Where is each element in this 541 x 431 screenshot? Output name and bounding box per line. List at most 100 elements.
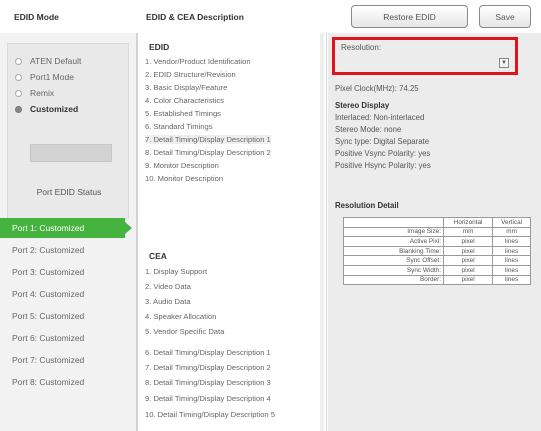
cea-list-item[interactable]: 9. Detail Timing/Display Description 4 xyxy=(145,394,271,403)
table-cell: lines xyxy=(492,274,531,286)
table-cell: Border: xyxy=(343,274,444,286)
edid-cea-description-title: EDID & CEA Description xyxy=(146,12,244,22)
cea-list-item[interactable]: 5. Vendor Specific Data xyxy=(145,327,224,336)
table-cell: Sync Width: xyxy=(343,264,444,276)
table-row: Image Size: mm mm xyxy=(343,226,531,238)
edid-list-item[interactable]: 10. Monitor Description xyxy=(145,174,223,183)
cea-list-item[interactable]: 8. Detail Timing/Display Description 3 xyxy=(145,378,271,387)
mode-option-customized[interactable]: Customized xyxy=(15,104,78,114)
port-item[interactable]: Port 5: Customized xyxy=(0,306,125,326)
pixel-clock-text: Pixel Clock(MHz): 74.25 xyxy=(335,84,419,93)
resolution-detail-heading: Resolution Detail xyxy=(335,201,399,210)
edid-list-item[interactable]: 7. Detail Timing/Display Description 1 xyxy=(145,135,271,144)
port-label: Port 6: Customized xyxy=(12,333,85,343)
table-row: Active Pixl: pixel lines xyxy=(343,236,531,247)
cea-list-item[interactable]: 10. Detail Timing/Display Description 5 xyxy=(145,410,275,419)
table-row: Sync Offset: pixel lines xyxy=(343,255,531,266)
customize-button[interactable] xyxy=(30,144,112,162)
table-cell: Blanking Time: xyxy=(343,245,444,257)
table-header-cell: Horizontal xyxy=(442,217,494,228)
port-label: Port 2: Customized xyxy=(12,245,85,255)
port-item[interactable]: Port 8: Customized xyxy=(0,372,125,392)
table-cell: pixel xyxy=(442,255,494,266)
port-item[interactable]: Port 2: Customized xyxy=(0,240,125,260)
mode-option-label: Remix xyxy=(30,88,55,98)
port-item[interactable]: Port 3: Customized xyxy=(0,262,125,282)
stereo-detail-line: Stereo Mode: none xyxy=(335,125,402,134)
table-cell: lines xyxy=(492,236,531,247)
mode-option-label: Customized xyxy=(30,104,79,114)
edid-list-item[interactable]: 2. EDID Structure/Revision xyxy=(145,70,236,79)
cea-list-item[interactable]: 7. Detail Timing/Display Description 2 xyxy=(145,363,271,372)
edid-list-item[interactable]: 4. Color Characteristics xyxy=(145,96,224,105)
edid-list-item[interactable]: 1. Vendor/Product Identification xyxy=(145,57,251,66)
stereo-detail-line: Positive Hsync Polarity: yes xyxy=(335,161,431,170)
mode-option-port1-mode[interactable]: Port1 Mode xyxy=(15,72,74,82)
stereo-detail-line: Sync type: Digital Separate xyxy=(335,137,430,146)
table-row: Blanking Time: pixel lines xyxy=(343,245,531,257)
edid-list-item[interactable]: 6. Standard Timings xyxy=(145,122,213,131)
table-cell: Sync Offset: xyxy=(343,255,444,266)
save-button[interactable]: Save xyxy=(479,5,531,28)
port-label: Port 4: Customized xyxy=(12,289,85,299)
list-scrollbar[interactable] xyxy=(320,33,324,431)
cea-list-item[interactable]: 4. Speaker Allocation xyxy=(145,312,216,321)
table-header-cell xyxy=(343,217,444,228)
radio-selected-icon[interactable] xyxy=(15,105,22,113)
table-cell: pixel xyxy=(442,274,494,286)
port-item[interactable]: Port 7: Customized xyxy=(0,350,125,370)
edid-list-item[interactable]: 8. Detail Timing/Display Description 2 xyxy=(145,148,271,157)
edid-heading: EDID xyxy=(149,42,170,52)
cea-list-item[interactable]: 2. Video Data xyxy=(145,282,191,291)
table-row: Border: pixel lines xyxy=(343,274,531,286)
chevron-down-icon: ▼ xyxy=(501,60,507,66)
table-header-cell: Vertical xyxy=(492,217,531,228)
cea-list-item[interactable]: 1. Display Support xyxy=(145,267,207,276)
port-item[interactable]: Port 6: Customized xyxy=(0,328,125,348)
cea-heading: CEA xyxy=(149,251,167,261)
edid-list-item[interactable]: 3. Basic Display/Feature xyxy=(145,83,227,92)
port-edid-status-label: Port EDID Status xyxy=(36,187,102,197)
resolution-label: Resolution: xyxy=(341,43,382,52)
resolution-highlight-box: Resolution: ▼ xyxy=(332,37,518,75)
port-item[interactable]: Port 1: Customized xyxy=(0,218,132,238)
table-header-row: Horizontal Vertical xyxy=(343,217,531,228)
mode-option-remix[interactable]: Remix xyxy=(15,88,54,98)
radio-icon[interactable] xyxy=(15,73,22,81)
edid-list-item[interactable]: 5. Established Timings xyxy=(145,109,221,118)
mode-option-aten-default[interactable]: ATEN Default xyxy=(15,56,81,66)
resolution-detail-table: Horizontal Vertical Image Size: mm mm Ac… xyxy=(343,217,531,286)
top-bar: EDID Mode EDID & CEA Description Restore… xyxy=(0,0,541,32)
port-label: Port 8: Customized xyxy=(12,377,85,387)
detail-panel: Resolution: ▼ Pixel Clock(MHz): 74.25 St… xyxy=(328,33,541,431)
table-cell: lines xyxy=(492,264,531,276)
port-label: Port 7: Customized xyxy=(12,355,85,365)
port-label: Port 3: Customized xyxy=(12,267,85,277)
edid-cea-list-panel: EDID 1. Vendor/Product Identification 2.… xyxy=(137,33,327,431)
stereo-detail-line: Positive Vsync Polarity: yes xyxy=(335,149,431,158)
edid-list-item[interactable]: 9. Monitor Description xyxy=(145,161,219,170)
port-item[interactable]: Port 4: Customized xyxy=(0,284,125,304)
mode-option-label: Port1 Mode xyxy=(30,72,74,82)
table-cell: mm xyxy=(442,226,494,238)
radio-icon[interactable] xyxy=(15,57,22,65)
table-cell: pixel xyxy=(442,264,494,276)
cea-list-item[interactable]: 3. Audio Data xyxy=(145,297,191,306)
table-cell: pixel xyxy=(442,236,494,247)
table-cell: lines xyxy=(492,255,531,266)
stereo-display-heading: Stereo Display xyxy=(335,101,390,110)
cea-list-item[interactable]: 6. Detail Timing/Display Description 1 xyxy=(145,348,271,357)
radio-icon[interactable] xyxy=(15,89,22,97)
table-cell: mm xyxy=(492,226,531,238)
table-cell: Image Size: xyxy=(343,226,444,238)
table-cell: lines xyxy=(492,245,531,257)
edid-mode-panel: ATEN Default Port1 Mode Remix Customized… xyxy=(0,33,137,431)
port-label: Port 5: Customized xyxy=(12,311,85,321)
table-cell: Active Pixl: xyxy=(343,236,444,247)
table-cell: pixel xyxy=(442,245,494,257)
port-label: Port 1: Customized xyxy=(12,223,85,233)
restore-edid-button[interactable]: Restore EDID xyxy=(351,5,468,28)
resolution-dropdown[interactable]: ▼ xyxy=(499,58,509,68)
selected-arrow-icon xyxy=(125,222,132,234)
stereo-detail-line: Interlaced: Non-interlaced xyxy=(335,113,425,122)
